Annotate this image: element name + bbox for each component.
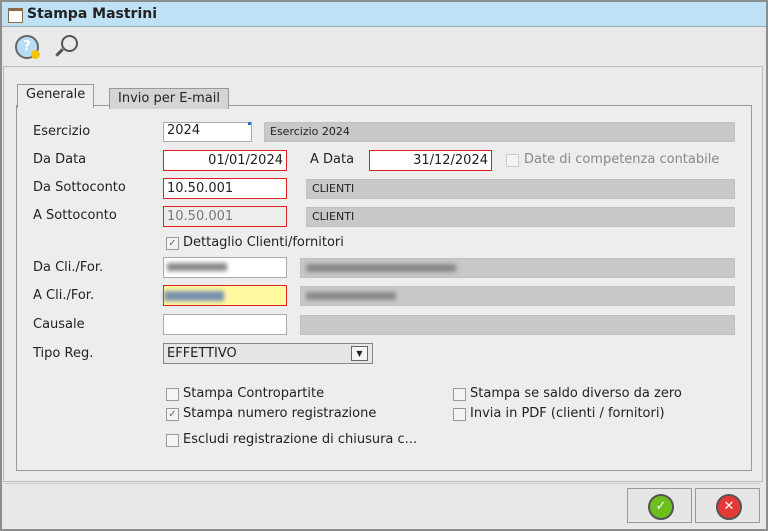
check-icon: ✓ (648, 494, 674, 520)
a-data-label: A Data (310, 152, 355, 167)
option-label: Stampa numero registrazione (183, 406, 377, 421)
close-icon: ✕ (716, 494, 742, 520)
date-competenza-checkbox[interactable] (506, 154, 519, 167)
da-sottoconto-label: Da Sottoconto (33, 180, 126, 195)
da-cli-desc (300, 258, 735, 278)
option-label: Stampa se saldo diverso da zero (470, 386, 682, 401)
a-cli-input[interactable] (163, 285, 287, 306)
da-cli-label: Da Cli./For. (33, 260, 104, 275)
esercizio-desc: Esercizio 2024 (264, 122, 735, 142)
da-sottoconto-desc: CLIENTI (306, 179, 735, 199)
cancel-button[interactable]: ✕ (695, 488, 760, 523)
window-title: Stampa Mastrini (27, 6, 158, 22)
option-checkbox-invia-pdf[interactable] (453, 408, 466, 421)
field-marker (248, 122, 251, 125)
dettaglio-checkbox[interactable]: ✓ (166, 237, 179, 250)
star-icon (31, 50, 40, 59)
chevron-down-icon[interactable]: ▼ (351, 346, 368, 361)
a-data-input[interactable]: 31/12/2024 (369, 150, 492, 171)
a-sottoconto-input[interactable]: 10.50.001 (163, 206, 287, 227)
title-bar: Stampa Mastrini (2, 2, 766, 27)
a-cli-desc (300, 286, 735, 306)
option-label: Escludi registrazione di chiusura c... (183, 432, 418, 447)
causale-input[interactable] (163, 314, 287, 335)
dettaglio-label: Dettaglio Clienti/fornitori (183, 235, 344, 250)
da-data-input[interactable]: 01/01/2024 (163, 150, 287, 171)
tab-generale[interactable]: Generale (17, 84, 95, 108)
da-sottoconto-input[interactable]: 10.50.001 (163, 178, 287, 199)
option-checkbox-saldo-diverso[interactable] (453, 388, 466, 401)
causale-desc (300, 315, 735, 335)
toolbar: ? (5, 28, 763, 67)
a-sottoconto-label: A Sottoconto (33, 208, 117, 223)
date-competenza-label: Date di competenza contabile (524, 152, 720, 167)
option-checkbox-contropartite[interactable] (166, 388, 179, 401)
tab-invio-email[interactable]: Invio per E-mail (109, 88, 229, 109)
search-icon-handle (55, 48, 64, 57)
option-label: Invia in PDF (clienti / fornitori) (470, 406, 665, 421)
da-cli-input[interactable] (163, 257, 287, 278)
tipo-reg-select[interactable]: EFFETTIVO ▼ (163, 343, 373, 364)
option-checkbox-escludi-chiusura[interactable] (166, 434, 179, 447)
a-cli-label: A Cli./For. (33, 288, 95, 303)
tipo-reg-value: EFFETTIVO (167, 346, 237, 361)
esercizio-label: Esercizio (33, 124, 91, 139)
causale-label: Causale (33, 317, 85, 332)
da-data-label: Da Data (33, 152, 87, 167)
a-sottoconto-desc: CLIENTI (306, 207, 735, 227)
option-checkbox-numero-registrazione[interactable]: ✓ (166, 408, 179, 421)
ok-button[interactable]: ✓ (627, 488, 692, 523)
esercizio-input[interactable]: 2024 (163, 122, 252, 142)
window-icon (8, 8, 23, 23)
tipo-reg-label: Tipo Reg. (33, 346, 94, 361)
option-label: Stampa Contropartite (183, 386, 325, 401)
